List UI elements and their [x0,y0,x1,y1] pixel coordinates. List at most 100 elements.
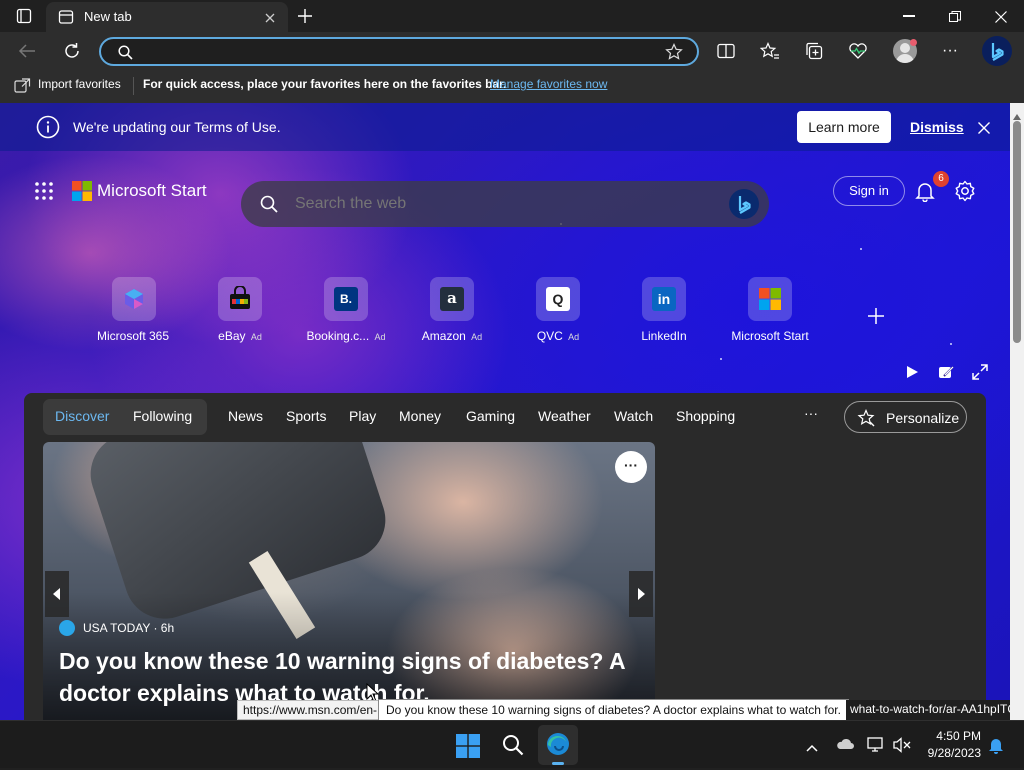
close-tab-icon[interactable] [264,11,276,23]
tab-sports[interactable]: Sports [286,408,326,424]
carousel-next-button[interactable] [629,571,653,617]
import-favorites-button[interactable]: Import favorites [38,77,121,91]
quick-link-amazon[interactable]: a Amazon Ad [402,277,502,343]
booking-icon: B. [324,277,368,321]
quick-link-ebay[interactable]: eBay Ad [190,277,290,343]
close-banner-icon[interactable] [978,121,990,134]
tab-following[interactable]: Following [133,408,192,424]
address-bar[interactable] [99,37,699,66]
quick-link-linkedin[interactable]: in LinkedIn [614,277,714,343]
tab-play[interactable]: Play [349,408,376,424]
quick-link-label: LinkedIn [641,329,687,343]
add-quick-link-icon[interactable] [866,306,886,326]
page-scrollbar[interactable] [1010,103,1024,720]
tab-discover[interactable]: Discover [55,408,109,424]
dismiss-button[interactable]: Dismiss [910,119,964,135]
clock-time[interactable]: 4:50 PM [925,729,981,743]
more-categories-button[interactable]: ··· [804,405,818,421]
scroll-thumb[interactable] [1013,121,1021,343]
status-url-text: what-to-watch-for/ar-AA1hpITC [850,702,1010,716]
tab-money[interactable]: Money [399,408,441,424]
network-icon[interactable] [867,737,885,753]
article-source: USA TODAY · 6h [83,621,175,635]
status-url-text: https://www.msn.com/en- [243,703,378,717]
volume-muted-icon[interactable] [893,737,911,753]
manage-favorites-link[interactable]: Manage favorites now [490,77,607,91]
back-icon[interactable] [18,43,36,59]
clock-date[interactable]: 9/28/2023 [921,746,981,760]
microsoft-start-icon [748,277,792,321]
tab-watch[interactable]: Watch [614,408,653,424]
hero-news-card[interactable]: ··· USA TODAY · 6h Do you know these 10 … [43,442,655,720]
address-input[interactable] [141,42,641,61]
taskbar-search-icon[interactable] [502,734,524,756]
tab-news[interactable]: News [228,408,263,424]
app-launcher-icon[interactable] [34,181,54,201]
notification-badge: 6 [933,171,949,187]
tab-new-tab[interactable]: New tab [46,2,288,32]
onedrive-icon[interactable] [836,737,854,751]
tab-actions-icon[interactable] [16,8,32,24]
personalize-button[interactable]: Personalize [844,401,967,433]
quick-link-label: eBay [218,329,246,343]
close-window-icon[interactable] [995,10,1007,23]
show-hidden-icons-chevron[interactable] [806,739,818,752]
carousel-prev-button[interactable] [45,571,69,617]
quick-link-label: Amazon [421,329,466,343]
qvc-icon: Q [536,277,580,321]
favorites-icon[interactable] [759,42,780,60]
split-screen-icon[interactable] [717,43,735,59]
status-url-right: what-to-watch-for/ar-AA1hpITC [846,700,1010,720]
ad-label: Ad [250,332,262,342]
settings-gear-icon[interactable] [954,180,976,202]
tab-shopping[interactable]: Shopping [676,408,735,424]
quick-link-label: Microsoft 365 [96,329,170,343]
tab-weather[interactable]: Weather [538,408,591,424]
background-sparkle [860,248,862,250]
quick-link-qvc[interactable]: Q QVC Ad [508,277,608,343]
start-windows-icon[interactable] [456,734,480,758]
new-tab-plus-icon[interactable] [297,8,313,24]
minimize-icon[interactable] [903,15,915,17]
restore-icon[interactable] [949,10,961,22]
quick-link-microsoft-365[interactable]: Microsoft 365 [84,277,184,343]
card-more-options-button[interactable]: ··· [615,451,647,483]
brand-name[interactable]: Microsoft Start [97,181,207,201]
play-icon[interactable] [905,365,919,379]
edge-taskbar-button[interactable] [538,725,578,765]
personalize-label: Personalize [886,410,960,426]
banner-text: We're updating our Terms of Use. [73,119,281,135]
copilot-icon[interactable] [982,36,1012,66]
scroll-up-arrow[interactable] [1013,107,1021,120]
quick-link-booking[interactable]: B. Booking.c... Ad [296,277,396,343]
favbar-divider [133,77,134,95]
ad-label: Ad [568,332,580,342]
tab-gaming[interactable]: Gaming [466,408,515,424]
favorite-star-icon[interactable] [665,43,683,61]
refresh-icon[interactable] [63,42,81,60]
web-search-box[interactable] [241,181,769,227]
learn-more-button[interactable]: Learn more [797,111,891,143]
bing-icon[interactable] [729,189,759,219]
sign-in-button[interactable]: Sign in [833,176,905,206]
notifications-bell-icon[interactable] [914,180,936,203]
expand-icon[interactable] [972,364,988,380]
amazon-icon: a [430,277,474,321]
profile-status-dot [910,39,917,46]
web-search-input[interactable] [295,194,695,214]
search-icon [260,195,278,213]
notification-center-icon[interactable] [988,736,1004,754]
microsoft-365-icon [112,277,156,321]
customize-background-icon[interactable] [938,364,954,380]
quick-link-microsoft-start[interactable]: Microsoft Start [720,277,820,343]
title-bar: New tab [0,0,1024,32]
background-sparkle [720,358,722,360]
browser-essentials-icon[interactable] [848,42,868,60]
more-menu-icon[interactable]: ··· [941,42,959,60]
terms-banner: We're updating our Terms of Use. Learn m… [0,103,1010,151]
collections-icon[interactable] [805,42,823,60]
quick-link-label: Booking.c... [306,329,370,343]
background-sparkle [950,343,952,345]
quick-link-label: QVC [536,329,563,343]
status-url-left: https://www.msn.com/en- [237,700,384,720]
